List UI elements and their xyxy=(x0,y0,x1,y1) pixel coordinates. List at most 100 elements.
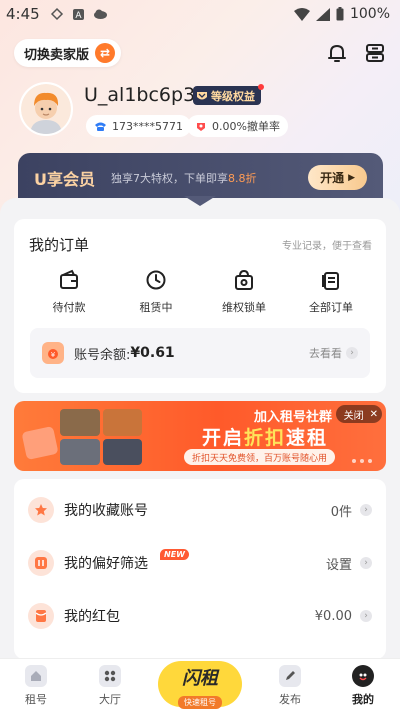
menu-item-value-text: 0件 xyxy=(330,504,352,520)
orders-title: 我的订单 xyxy=(29,236,90,254)
edit-icon xyxy=(279,665,301,687)
vip-open-button[interactable]: 开通 ▶ xyxy=(308,165,367,190)
phone-pill[interactable]: 173****5771 xyxy=(86,115,191,137)
cancel-rate-icon xyxy=(197,123,205,131)
vip-open-label: 开通 xyxy=(320,171,345,185)
order-dispute-lock[interactable]: 维权锁单 xyxy=(208,269,280,315)
phone-icon xyxy=(95,122,106,131)
crown-shield-icon xyxy=(197,91,207,99)
order-renting[interactable]: 租赁中 xyxy=(120,269,192,315)
vip-description: 独享7大特权，下单即享8.8折 xyxy=(111,170,257,186)
promo-line2-a: 开启 xyxy=(202,427,245,449)
switch-seller-button[interactable]: 切换卖家版 ⇄ xyxy=(14,39,122,67)
avatar[interactable] xyxy=(19,82,73,136)
promo-line3: 折扣天天免费领，百万账号随心用 xyxy=(184,449,336,465)
wifi-icon xyxy=(293,7,310,21)
star-icon xyxy=(28,497,54,523)
bell-icon[interactable] xyxy=(326,42,348,64)
chevron-right-icon: › xyxy=(360,504,372,516)
document-icon xyxy=(322,272,339,290)
game-thumbnail xyxy=(102,409,142,436)
carousel-dot xyxy=(360,459,364,463)
settings-menu-icon[interactable] xyxy=(364,42,386,64)
clock-icon xyxy=(146,270,166,290)
order-label: 租赁中 xyxy=(139,301,173,314)
nav-publish[interactable]: 发布 xyxy=(260,665,320,707)
balance-link-label: 去看看 xyxy=(309,347,342,360)
status-right: 100% xyxy=(293,6,390,22)
menu-item-value-text: ¥0.00 xyxy=(314,608,352,624)
nav-label: 发布 xyxy=(279,693,301,706)
promo-line2-c: 速租 xyxy=(286,427,329,449)
cancel-rate-pill[interactable]: 0.00%撤单率 xyxy=(187,115,288,137)
chevron-right-icon: › xyxy=(360,557,372,569)
orders-subtitle: 专业记录，便于查看 xyxy=(282,241,372,252)
grid-icon xyxy=(99,665,121,687)
nav-hall[interactable]: 大厅 xyxy=(80,665,140,707)
menu-item-preferences[interactable]: 我的偏好筛选 NEW 设置 › xyxy=(14,537,386,589)
avatar-illustration xyxy=(21,84,71,134)
balance-link[interactable]: 去看看 › xyxy=(309,345,358,361)
cloud-icon xyxy=(93,9,107,19)
nav-label: 租号 xyxy=(25,693,47,706)
switch-seller-label: 切换卖家版 xyxy=(24,47,90,63)
vip-discount: 8.8折 xyxy=(228,172,257,185)
game-thumbnails xyxy=(60,409,142,465)
menu-list: 我的收藏账号 0件 › 我的偏好筛选 NEW 设置 › 我的红包 ¥0.00 › xyxy=(14,479,386,659)
phone-number: 173****5771 xyxy=(112,119,183,133)
carousel-dot xyxy=(352,459,356,463)
menu-item-value: 设置 › xyxy=(326,554,372,573)
menu-item-label: 我的收藏账号 xyxy=(64,503,148,519)
nav-rent[interactable]: 租号 xyxy=(6,665,66,707)
red-packet-decoration xyxy=(21,425,59,461)
menu-item-favorites[interactable]: 我的收藏账号 0件 › xyxy=(14,484,386,536)
svg-text:A: A xyxy=(75,11,82,21)
menu-item-red-packet[interactable]: 我的红包 ¥0.00 › xyxy=(14,590,386,642)
close-icon: ✕ xyxy=(369,408,378,420)
order-pending-payment[interactable]: 待付款 xyxy=(33,269,105,315)
battery-icon xyxy=(336,7,344,21)
level-rights-label: 等级权益 xyxy=(211,89,255,103)
chevron-right-icon: › xyxy=(360,610,372,622)
nav-mine[interactable]: 我的 xyxy=(333,665,393,707)
menu-item-label: 我的偏好筛选 xyxy=(64,556,148,572)
game-thumbnail xyxy=(60,438,100,465)
order-all[interactable]: 全部订单 xyxy=(295,269,367,315)
chevron-right-icon: › xyxy=(346,347,358,359)
quick-rent-subtitle: 快速租号 xyxy=(178,696,222,709)
vip-title: U享会员 xyxy=(34,170,95,189)
menu-item-value: 0件 › xyxy=(331,501,372,520)
balance-label: 账号余额: xyxy=(74,347,131,363)
account-balance-row[interactable]: ¥ 账号余额: ¥0.61 去看看 › xyxy=(30,328,370,378)
money-bag-icon: ¥ xyxy=(42,342,64,364)
carousel-dot xyxy=(368,459,372,463)
nav-label: 大厅 xyxy=(99,693,121,706)
wallet-icon xyxy=(60,269,78,289)
promo-line2: 开启折扣速租 xyxy=(202,423,328,450)
cancel-rate: 0.00%撤单率 xyxy=(212,120,280,133)
battery-level: 100% xyxy=(349,6,390,22)
vip-desc-text: 独享7大特权，下单即享 xyxy=(111,172,228,185)
status-time: 4:45 xyxy=(6,5,40,23)
order-label: 维权锁单 xyxy=(222,301,266,314)
level-rights-badge[interactable]: 等级权益 xyxy=(193,84,264,105)
new-tag: NEW xyxy=(160,549,189,560)
promo-close-label: 关闭 xyxy=(343,410,364,422)
banner-notch xyxy=(184,196,216,206)
order-label: 全部订单 xyxy=(309,301,353,314)
notification-a-icon: A xyxy=(72,8,84,21)
status-bar: 4:45 A 100% xyxy=(0,0,400,28)
svg-text:¥: ¥ xyxy=(51,351,56,359)
filter-icon xyxy=(28,550,54,576)
carousel-dots xyxy=(352,459,372,463)
menu-item-label: 我的红包 xyxy=(64,609,120,625)
orders-card: 我的订单 专业记录，便于查看 待付款 租赁中 维权锁单 全部订单 ¥ 账号余额:… xyxy=(14,219,386,393)
signal-icon xyxy=(315,7,330,21)
promo-line2-b: 折扣 xyxy=(244,427,287,449)
promo-close-button[interactable]: 关闭 ✕ xyxy=(335,405,382,423)
vpn-icon xyxy=(50,7,63,21)
nav-quick-rent-button[interactable]: 闪租 快速租号 xyxy=(158,661,242,709)
promo-banner[interactable]: 加入租号社群 开启折扣速租 折扣天天免费领，百万账号随心用 关闭 ✕ xyxy=(14,401,386,471)
lock-bag-icon xyxy=(235,269,253,290)
balance-amount: ¥0.61 xyxy=(130,345,175,361)
